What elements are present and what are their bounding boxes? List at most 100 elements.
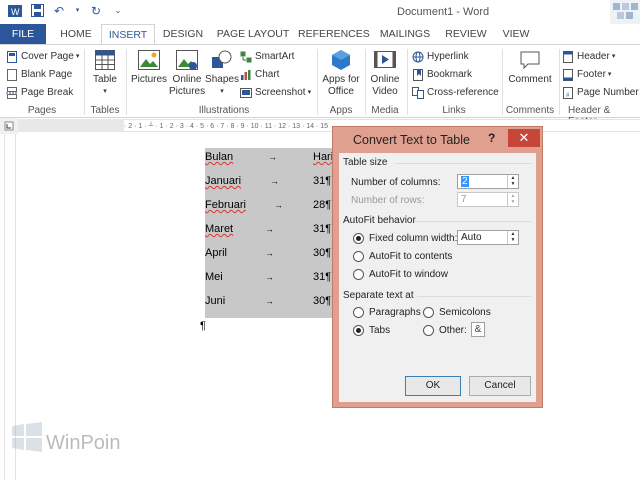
columns-spinner[interactable]: 2 ▲ ▼ [457,174,519,189]
tab-mailings[interactable]: MAILINGS [376,24,434,44]
cancel-button[interactable]: Cancel [469,376,531,396]
tab-page-layout[interactable]: PAGE LAYOUT [214,24,292,44]
table-size-heading: Table size [343,157,388,168]
spinner-arrows-icon[interactable]: ▲ ▼ [507,175,518,188]
cross-reference-icon [412,87,424,99]
other-separator-input[interactable]: & [471,322,485,337]
ribbon-separator [317,49,318,115]
rows-label: Number of rows: [351,195,425,206]
pictures-button[interactable]: Pictures [130,49,168,86]
text-line-days: 31¶ [313,223,332,235]
apps-for-office-button[interactable]: Apps for Office [320,49,362,98]
paragraphs-label: Paragraphs [369,307,421,318]
semicolons-label: Semicolons [439,307,491,318]
other-label: Other: [439,325,467,336]
group-label-media: Media [371,105,399,116]
apps-for-office-label-2: Office [328,86,354,97]
tab-arrow: → [270,176,279,186]
page-number-button[interactable]: # Page Number [562,84,639,102]
page-break-label: Page Break [21,87,74,98]
ribbon-separator [126,49,127,115]
ribbon-tabs: FILE HOME INSERT DESIGN PAGE LAYOUT REFE… [0,24,640,45]
redo-icon[interactable]: ↻ [89,4,103,18]
table-icon [95,50,115,70]
pictures-label: Pictures [130,74,168,85]
comment-button[interactable]: Comment [505,49,555,86]
online-video-button[interactable]: Online Video [368,49,402,98]
quick-access-toolbar: W ↶ ▾ ↻ ⌄ [8,4,125,18]
title-bar: W ↶ ▾ ↻ ⌄ Document1 - Word [0,0,640,30]
blank-page-label: Blank Page [21,69,73,80]
online-pictures-button[interactable]: Online Pictures [169,49,205,98]
autofit-window-radio[interactable] [353,269,364,280]
chart-button[interactable]: Chart [240,66,279,84]
semicolons-radio[interactable] [423,307,434,318]
hyperlink-button[interactable]: Hyperlink [412,48,469,66]
text-line-days: 30¶ [313,295,332,307]
cover-page-dropdown-icon: ▾ [75,53,80,60]
end-pilcrow: ¶ [200,320,206,332]
bookmark-button[interactable]: Bookmark [412,66,472,84]
hyperlink-icon [412,51,424,63]
fixed-width-spinner[interactable]: Auto ▲ ▼ [457,230,519,245]
blank-page-button[interactable]: Blank Page [6,66,72,84]
group-label-illustrations: Illustrations [198,105,250,116]
help-icon[interactable]: ? [488,131,495,145]
footer-button[interactable]: Footer ▾ [562,66,611,84]
text-line-month: Mei [205,271,223,283]
shapes-button[interactable]: Shapes ▾ [205,49,239,98]
convert-text-to-table-dialog: Convert Text to Table ? ✕ Table size Num… [332,126,543,408]
rows-value: 7 [461,194,467,205]
tab-arrow: → [265,248,274,258]
undo-icon[interactable]: ↶ [52,4,66,18]
tab-arrow: → [274,200,283,210]
group-label-links: Links [442,105,466,116]
cross-reference-button[interactable]: Cross-reference [412,84,499,102]
close-icon[interactable]: ✕ [508,129,540,147]
tabs-label: Tabs [369,325,391,336]
autofit-contents-radio[interactable] [353,251,364,262]
text-line-days: 30¶ [313,247,332,259]
tab-selector[interactable] [0,118,18,134]
tabs-radio[interactable] [353,325,364,336]
save-icon[interactable] [30,4,44,18]
spinner-arrows-icon[interactable]: ▲ ▼ [507,231,518,244]
header-button[interactable]: Header ▾ [562,48,615,66]
page-number-label: Page Number [577,87,639,98]
tab-references[interactable]: REFERENCES [298,24,370,44]
ruler-margin-left [18,119,124,132]
word-app-icon[interactable]: W [8,4,22,18]
chart-label: Chart [255,69,280,80]
customize-qat-icon[interactable]: ⌄ [111,4,125,18]
undo-dropdown-icon[interactable]: ▾ [74,4,81,18]
smartart-button[interactable]: SmartArt [240,48,294,66]
tab-view[interactable]: VIEW [498,24,534,44]
columns-label: Number of columns: [351,177,441,188]
other-radio[interactable] [423,325,434,336]
paragraphs-radio[interactable] [353,307,364,318]
group-label-apps: Apps [329,105,353,116]
text-line-days: Hari [313,151,334,163]
text-line-month: Januari [205,175,242,187]
blank-page-icon [7,69,17,81]
section-rule [395,163,531,164]
header-dropdown-icon: ▾ [611,53,616,60]
screenshot-button[interactable]: Screenshot ▾ [240,84,311,102]
fixed-width-label: Fixed column width: [369,233,458,244]
tab-insert[interactable]: INSERT [101,24,155,45]
cover-page-button[interactable]: Cover Page ▾ [6,48,79,66]
text-line-month: Juni [205,295,226,307]
table-button[interactable]: Table ▾ [90,49,120,98]
ok-button[interactable]: OK [405,376,461,396]
tab-home[interactable]: HOME [54,24,98,44]
tab-review[interactable]: REVIEW [442,24,490,44]
cover-page-icon [7,51,17,63]
window-title: Document1 - Word [397,6,490,18]
cover-page-label: Cover Page [21,51,74,62]
comment-label: Comment [508,74,552,85]
cross-reference-label: Cross-reference [427,87,499,98]
tab-design[interactable]: DESIGN [160,24,206,44]
fixed-width-radio[interactable] [353,233,364,244]
tab-file[interactable]: FILE [0,24,46,44]
page-break-button[interactable]: Page Break [6,84,73,102]
